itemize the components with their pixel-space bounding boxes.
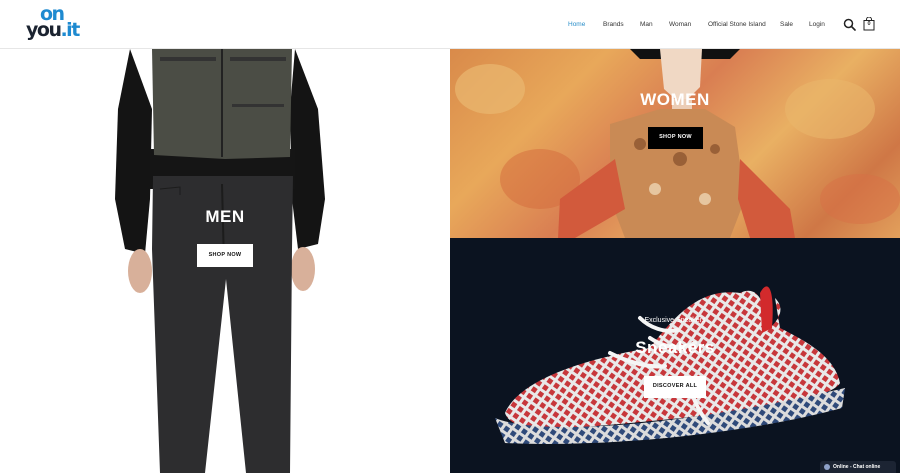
nav-official-stone-island[interactable]: Official Stone Island — [708, 19, 766, 31]
nav-sale[interactable]: Sale — [780, 19, 793, 31]
men-panel[interactable]: MEN SHOP NOW — [0, 49, 450, 473]
cart-count: 0 — [867, 21, 871, 27]
discover-all-button[interactable]: DISCOVER ALL — [644, 376, 706, 398]
men-title: MEN — [205, 207, 245, 226]
sneakers-panel[interactable]: Exclusive Sneakers Sneakers DISCOVER ALL — [450, 238, 900, 473]
women-title: WOMEN — [640, 90, 710, 109]
nav-brands[interactable]: Brands — [603, 19, 624, 31]
chat-widget[interactable]: Online - Chat online — [820, 461, 896, 473]
site-logo[interactable]: on you.it — [26, 5, 86, 41]
nav-woman[interactable]: Woman — [669, 19, 691, 31]
sneakers-title: Sneakers — [635, 338, 715, 357]
chat-label: Online - Chat online — [833, 464, 881, 470]
site-header: on you.it Home Brands Man ▼ Woman ▼ Offi… — [0, 0, 900, 54]
chat-icon — [824, 464, 830, 470]
nav-man[interactable]: Man — [640, 19, 653, 31]
shopping-bag-icon[interactable]: 0 — [863, 16, 875, 31]
logo-bottom-text: you.it — [26, 19, 80, 41]
nav-home[interactable]: Home — [568, 19, 585, 31]
nav-login[interactable]: Login — [809, 19, 825, 31]
search-icon[interactable] — [843, 18, 856, 31]
sneakers-subtitle: Exclusive Sneakers — [644, 317, 706, 324]
women-shop-now-button[interactable]: SHOP NOW — [648, 127, 703, 149]
women-panel[interactable]: WOMEN SHOP NOW — [450, 49, 900, 238]
men-shop-now-button[interactable]: SHOP NOW — [197, 244, 253, 267]
